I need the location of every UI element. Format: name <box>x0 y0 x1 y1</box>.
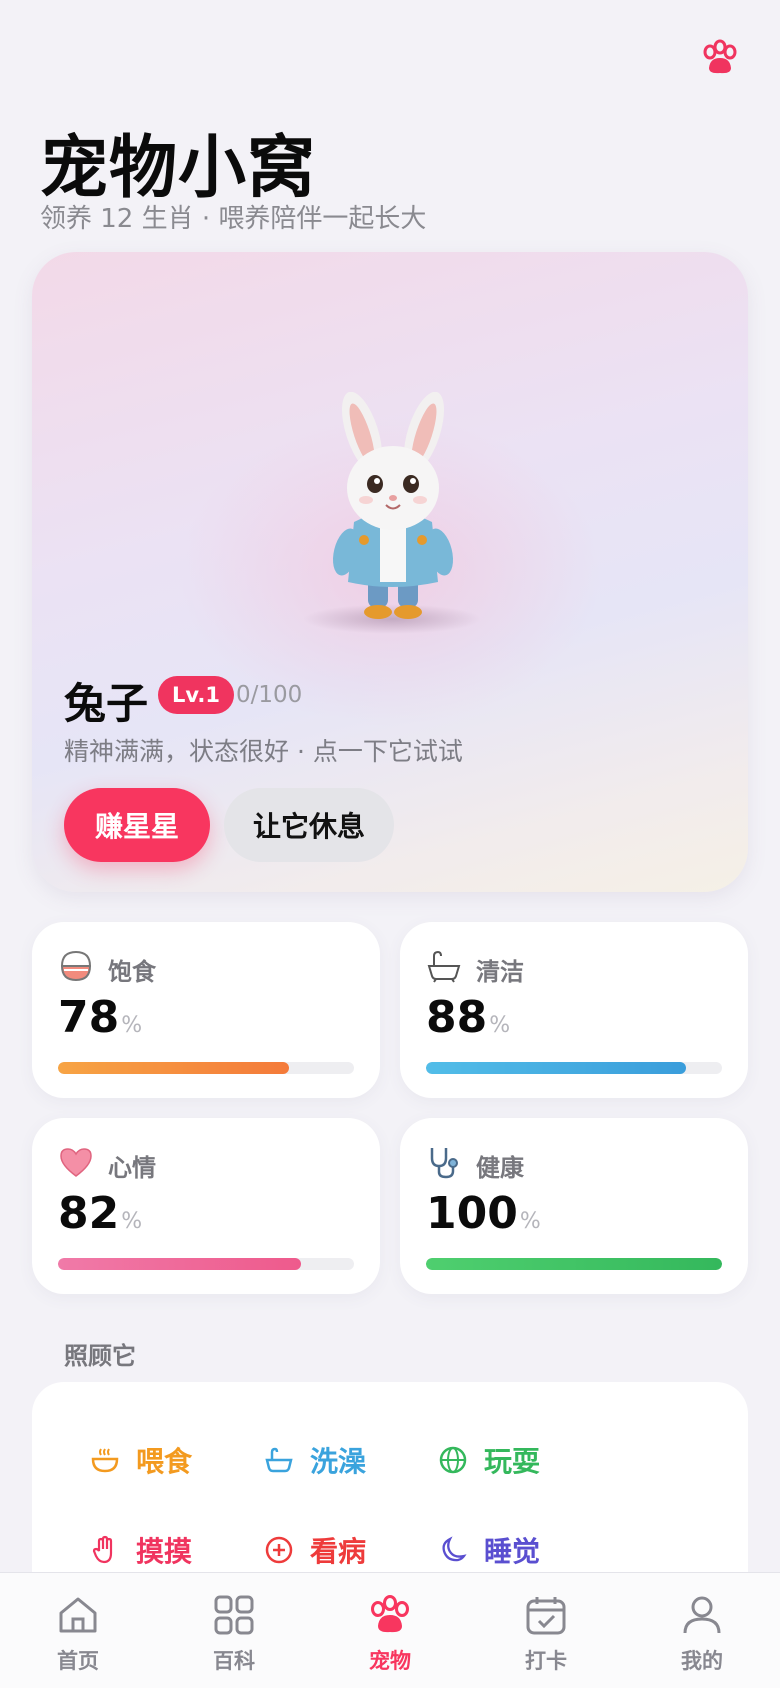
stat-card-mood: 心情 82% <box>32 1118 380 1294</box>
rice-bowl-icon <box>60 950 92 982</box>
see-doctor-button[interactable]: 看病 <box>264 1528 366 1572</box>
paw-icon[interactable] <box>700 38 740 78</box>
stat-progress-track <box>58 1258 354 1270</box>
stat-label: 清洁 <box>476 958 524 986</box>
pet-hero-card: 兔子 Lv.1 0/100 精神满满，状态很好 · 点一下它试试 赚星星 让它休… <box>32 252 748 892</box>
stat-unit: % <box>519 1209 541 1234</box>
bottom-tab-bar: 首页 百科 宠物 打卡 我的 <box>0 1572 780 1688</box>
tab-home[interactable]: 首页 <box>0 1573 156 1688</box>
tab-checkin[interactable]: 打卡 <box>468 1573 624 1688</box>
paw-icon <box>371 1595 409 1633</box>
stat-progress-track <box>426 1062 722 1074</box>
grid-icon <box>214 1595 254 1635</box>
feed-button[interactable]: 喂食 <box>90 1438 192 1482</box>
stat-progress-track <box>426 1258 722 1270</box>
rest-button[interactable]: 让它休息 <box>224 788 394 862</box>
home-icon <box>59 1597 97 1633</box>
care-label: 看病 <box>310 1535 367 1568</box>
pet-touch-button[interactable]: 摸摸 <box>90 1528 192 1572</box>
stat-number: 100 <box>426 1188 518 1239</box>
tab-encyclopedia[interactable]: 百科 <box>156 1573 312 1688</box>
stat-value: 78% <box>58 992 142 1043</box>
page-title: 宠物小窝 <box>40 129 317 208</box>
care-label: 喂食 <box>136 1445 193 1478</box>
stat-label: 饱食 <box>108 958 156 986</box>
user-icon <box>683 1596 721 1634</box>
tab-label: 宠物 <box>369 1649 411 1673</box>
xp-progress-text: 0/100 <box>236 682 303 708</box>
tab-label: 首页 <box>57 1649 99 1673</box>
earn-stars-button[interactable]: 赚星星 <box>64 788 210 862</box>
stat-label: 心情 <box>108 1154 156 1182</box>
stat-progress-fill <box>58 1062 289 1074</box>
care-label: 睡觉 <box>484 1535 541 1568</box>
stat-number: 78 <box>58 992 120 1043</box>
stat-card-satiety: 饱食 78% <box>32 922 380 1098</box>
moon-icon <box>442 1536 467 1562</box>
rabbit-pet-illustration[interactable] <box>282 392 502 632</box>
stat-unit: % <box>489 1013 511 1038</box>
play-button[interactable]: 玩耍 <box>438 1438 540 1482</box>
care-section-title: 照顾它 <box>64 1342 136 1370</box>
stat-progress-fill <box>58 1258 301 1270</box>
tab-label: 我的 <box>681 1649 723 1673</box>
care-label: 玩耍 <box>484 1445 541 1478</box>
stat-unit: % <box>121 1013 143 1038</box>
hand-icon <box>92 1535 113 1564</box>
globe-icon <box>439 1446 467 1474</box>
stat-label: 健康 <box>476 1154 524 1182</box>
bath-icon <box>265 1447 293 1473</box>
tab-label: 打卡 <box>525 1649 567 1673</box>
stat-card-health: 健康 100% <box>400 1118 748 1294</box>
bathtub-icon <box>427 950 461 983</box>
heart-icon <box>60 1148 92 1177</box>
stat-value: 82% <box>58 1188 142 1239</box>
tab-label: 百科 <box>213 1649 255 1673</box>
pet-status-text: 精神满满，状态很好 · 点一下它试试 <box>64 737 463 766</box>
stat-progress-fill <box>426 1258 722 1270</box>
sleep-button[interactable]: 睡觉 <box>438 1528 540 1572</box>
page-subtitle: 领养 12 生肖 · 喂养陪伴一起长大 <box>40 204 427 234</box>
tab-pet[interactable]: 宠物 <box>312 1573 468 1688</box>
stethoscope-icon <box>430 1148 458 1179</box>
plus-circle-icon <box>265 1536 293 1564</box>
stat-progress-track <box>58 1062 354 1074</box>
calendar-check-icon <box>526 1597 566 1635</box>
stat-unit: % <box>121 1209 143 1234</box>
stat-number: 88 <box>426 992 488 1043</box>
stat-progress-fill <box>426 1062 687 1074</box>
bath-button[interactable]: 洗澡 <box>264 1438 366 1482</box>
bowl-icon <box>91 1448 119 1473</box>
stat-value: 88% <box>426 992 510 1043</box>
care-label: 洗澡 <box>310 1445 367 1478</box>
tab-profile[interactable]: 我的 <box>624 1573 780 1688</box>
care-label: 摸摸 <box>136 1535 193 1568</box>
stat-card-cleanliness: 清洁 88% <box>400 922 748 1098</box>
stat-number: 82 <box>58 1188 120 1239</box>
pet-name: 兔子 <box>64 679 149 728</box>
stat-value: 100% <box>426 1188 541 1239</box>
level-badge: Lv.1 <box>158 676 234 714</box>
